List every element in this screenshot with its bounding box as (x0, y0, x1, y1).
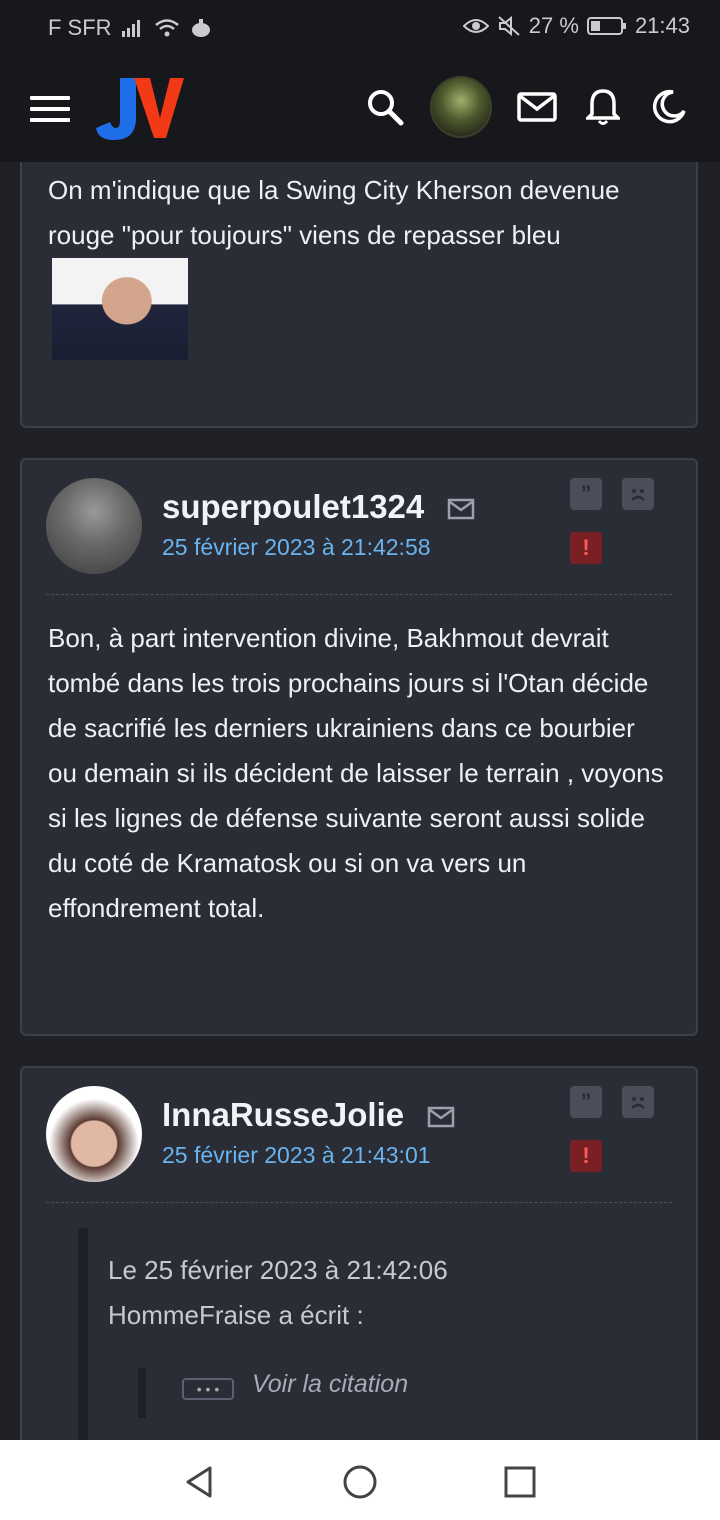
jv-logo[interactable] (94, 74, 184, 144)
user-avatar[interactable] (430, 76, 492, 138)
divider (46, 594, 672, 595)
system-nav-bar (0, 1440, 720, 1520)
notification-icon (191, 19, 210, 37)
message-body: Bon, à part intervention divine, Bakhmou… (48, 623, 664, 923)
quote-header: Le 25 février 2023 à 21:42:06 HommeFrais… (108, 1255, 448, 1330)
alert-icon[interactable]: ! (570, 532, 602, 564)
sad-icon[interactable] (622, 478, 654, 510)
messages-list: On m'indique que la Swing City Kherson d… (0, 162, 720, 1440)
message-card: On m'indique que la Swing City Kherson d… (20, 162, 698, 428)
mute-icon (498, 15, 520, 37)
sticker-image (52, 258, 188, 360)
sad-icon[interactable] (622, 1086, 654, 1118)
quote-icon[interactable]: ” (570, 478, 602, 510)
mail-icon[interactable] (516, 86, 558, 128)
message-actions: ” ! (570, 478, 656, 568)
status-bar: F SFR 27 % 21:43 (0, 0, 720, 56)
clock: 21:43 (634, 13, 690, 38)
message-card: superpoulet1324 25 février 2023 à 21:42:… (20, 458, 698, 1036)
username[interactable]: superpoulet1324 (162, 488, 475, 526)
message-date[interactable]: 25 février 2023 à 21:43:01 (162, 1142, 431, 1169)
bell-icon[interactable] (582, 86, 624, 128)
send-mp-icon[interactable] (427, 1106, 455, 1128)
recents-icon[interactable] (500, 1462, 540, 1502)
search-icon[interactable] (364, 86, 406, 128)
moon-icon[interactable] (648, 86, 690, 128)
quote-bar (78, 1228, 88, 1440)
message-actions: ” ! (570, 1086, 656, 1176)
message-date[interactable]: 25 février 2023 à 21:42:58 (162, 534, 431, 561)
send-mp-icon[interactable] (447, 498, 475, 520)
avatar[interactable] (46, 478, 142, 574)
home-icon[interactable] (340, 1462, 380, 1502)
divider (46, 1202, 672, 1203)
quote-icon[interactable]: ” (570, 1086, 602, 1118)
menu-icon[interactable] (30, 96, 70, 122)
avatar[interactable] (46, 1086, 142, 1182)
nested-quote-bar (138, 1368, 146, 1418)
battery-icon (586, 17, 626, 35)
back-icon[interactable] (180, 1462, 220, 1502)
message-card: InnaRusseJolie 25 février 2023 à 21:43:0… (20, 1066, 698, 1440)
battery-percent: 27 % (528, 13, 579, 38)
expand-quote-button[interactable]: • • • (182, 1378, 234, 1400)
signal-icon (121, 20, 140, 37)
message-body: On m'indique que la Swing City Kherson d… (48, 168, 670, 360)
eye-icon (462, 19, 489, 33)
username[interactable]: InnaRusseJolie (162, 1096, 455, 1134)
alert-icon[interactable]: ! (570, 1140, 602, 1172)
view-quote-link[interactable]: Voir la citation (252, 1370, 408, 1399)
wifi-icon (154, 19, 179, 37)
top-bar (0, 56, 720, 162)
carrier-label: F SFR (48, 15, 112, 40)
